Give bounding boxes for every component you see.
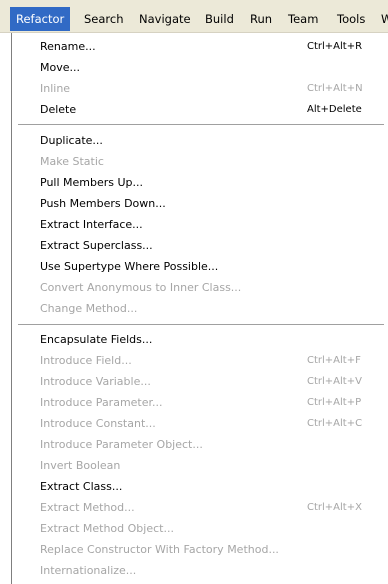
- menu-item-label: Encapsulate Fields...: [40, 333, 153, 346]
- menu-item-label: Introduce Constant...: [40, 417, 156, 430]
- menu-build[interactable]: Build: [205, 11, 234, 27]
- menu-item-label: Extract Interface...: [40, 218, 143, 231]
- menu-item-extract-superclass[interactable]: Extract Superclass...: [40, 237, 370, 255]
- menu-item-introduce-field[interactable]: Introduce Field... Ctrl+Alt+F: [40, 352, 370, 370]
- menu-separator: [18, 324, 384, 325]
- menu-item-delete[interactable]: Delete Alt+Delete: [40, 101, 370, 119]
- menu-item-duplicate[interactable]: Duplicate...: [40, 132, 370, 150]
- menu-item-shortcut: Alt+Delete: [307, 104, 362, 115]
- menu-item-label: Delete: [40, 103, 77, 116]
- menu-item-label: Extract Superclass...: [40, 239, 153, 252]
- menu-item-shortcut: Ctrl+Alt+N: [307, 83, 363, 94]
- menu-tools[interactable]: Tools: [337, 11, 365, 27]
- menu-item-label: Push Members Down...: [40, 197, 166, 210]
- menu-item-rename[interactable]: Rename... Ctrl+Alt+R: [40, 38, 370, 56]
- menu-item-label: Extract Class...: [40, 480, 123, 493]
- menu-item-extract-method[interactable]: Extract Method... Ctrl+Alt+X: [40, 499, 370, 517]
- menu-item-internationalize[interactable]: Internationalize...: [40, 562, 370, 580]
- menu-item-introduce-variable[interactable]: Introduce Variable... Ctrl+Alt+V: [40, 373, 370, 391]
- menu-item-introduce-parameter-object[interactable]: Introduce Parameter Object...: [40, 436, 370, 454]
- menu-item-convert-anonymous[interactable]: Convert Anonymous to Inner Class...: [40, 279, 370, 297]
- menu-item-label: Rename...: [40, 40, 96, 53]
- menu-item-label: Invert Boolean: [40, 459, 121, 472]
- menu-item-introduce-parameter[interactable]: Introduce Parameter... Ctrl+Alt+P: [40, 394, 370, 412]
- menu-item-move[interactable]: Move...: [40, 59, 370, 77]
- menu-separator: [18, 124, 384, 125]
- menu-item-label: Extract Method...: [40, 501, 135, 514]
- menu-item-shortcut: Ctrl+Alt+R: [307, 41, 363, 52]
- menu-item-label: Inline: [40, 82, 71, 95]
- menu-item-invert-boolean[interactable]: Invert Boolean: [40, 457, 370, 475]
- menu-item-shortcut: Ctrl+Alt+V: [307, 376, 362, 387]
- menu-item-shortcut: Ctrl+Alt+F: [307, 355, 361, 366]
- menu-item-shortcut: Ctrl+Alt+X: [307, 502, 362, 513]
- menu-item-label: Extract Method Object...: [40, 522, 174, 535]
- menu-item-use-supertype[interactable]: Use Supertype Where Possible...: [40, 258, 370, 276]
- menu-item-label: Move...: [40, 61, 80, 74]
- menu-bar: Refactor Search Navigate Build Run Team …: [0, 0, 388, 33]
- menu-item-label: Introduce Field...: [40, 354, 132, 367]
- menu-refactor[interactable]: Refactor: [10, 7, 71, 31]
- menu-item-label: Make Static: [40, 155, 104, 168]
- menu-item-label: Change Method...: [40, 302, 138, 315]
- menu-team[interactable]: Team: [288, 11, 318, 27]
- menu-item-extract-class[interactable]: Extract Class...: [40, 478, 370, 496]
- menu-item-extract-interface[interactable]: Extract Interface...: [40, 216, 370, 234]
- menu-item-introduce-constant[interactable]: Introduce Constant... Ctrl+Alt+C: [40, 415, 370, 433]
- menu-item-push-members-down[interactable]: Push Members Down...: [40, 195, 370, 213]
- menu-item-label: Introduce Variable...: [40, 375, 151, 388]
- menu-navigate[interactable]: Navigate: [139, 11, 191, 27]
- menu-item-label: Introduce Parameter Object...: [40, 438, 203, 451]
- menu-search[interactable]: Search: [84, 11, 124, 27]
- menu-item-label: Convert Anonymous to Inner Class...: [40, 281, 242, 294]
- menu-item-label: Pull Members Up...: [40, 176, 144, 189]
- menu-item-encapsulate-fields[interactable]: Encapsulate Fields...: [40, 331, 370, 349]
- menu-item-label: Duplicate...: [40, 134, 103, 147]
- menu-item-label: Replace Constructor With Factory Method.…: [40, 543, 279, 556]
- menu-item-change-method[interactable]: Change Method...: [40, 300, 370, 318]
- menu-item-extract-method-object[interactable]: Extract Method Object...: [40, 520, 370, 538]
- menu-item-replace-constructor[interactable]: Replace Constructor With Factory Method.…: [40, 541, 370, 559]
- menu-item-make-static[interactable]: Make Static: [40, 153, 370, 171]
- menu-item-label: Use Supertype Where Possible...: [40, 260, 219, 273]
- menu-run[interactable]: Run: [250, 11, 272, 27]
- menu-window[interactable]: W: [381, 11, 388, 27]
- menu-item-label: Internationalize...: [40, 564, 137, 577]
- menu-item-label: Introduce Parameter...: [40, 396, 163, 409]
- menu-item-pull-members-up[interactable]: Pull Members Up...: [40, 174, 370, 192]
- menu-item-shortcut: Ctrl+Alt+C: [307, 418, 363, 429]
- menu-item-shortcut: Ctrl+Alt+P: [307, 397, 362, 408]
- menu-item-inline[interactable]: Inline Ctrl+Alt+N: [40, 80, 370, 98]
- refactor-dropdown: Rename... Ctrl+Alt+R Move... Inline Ctrl…: [11, 33, 388, 584]
